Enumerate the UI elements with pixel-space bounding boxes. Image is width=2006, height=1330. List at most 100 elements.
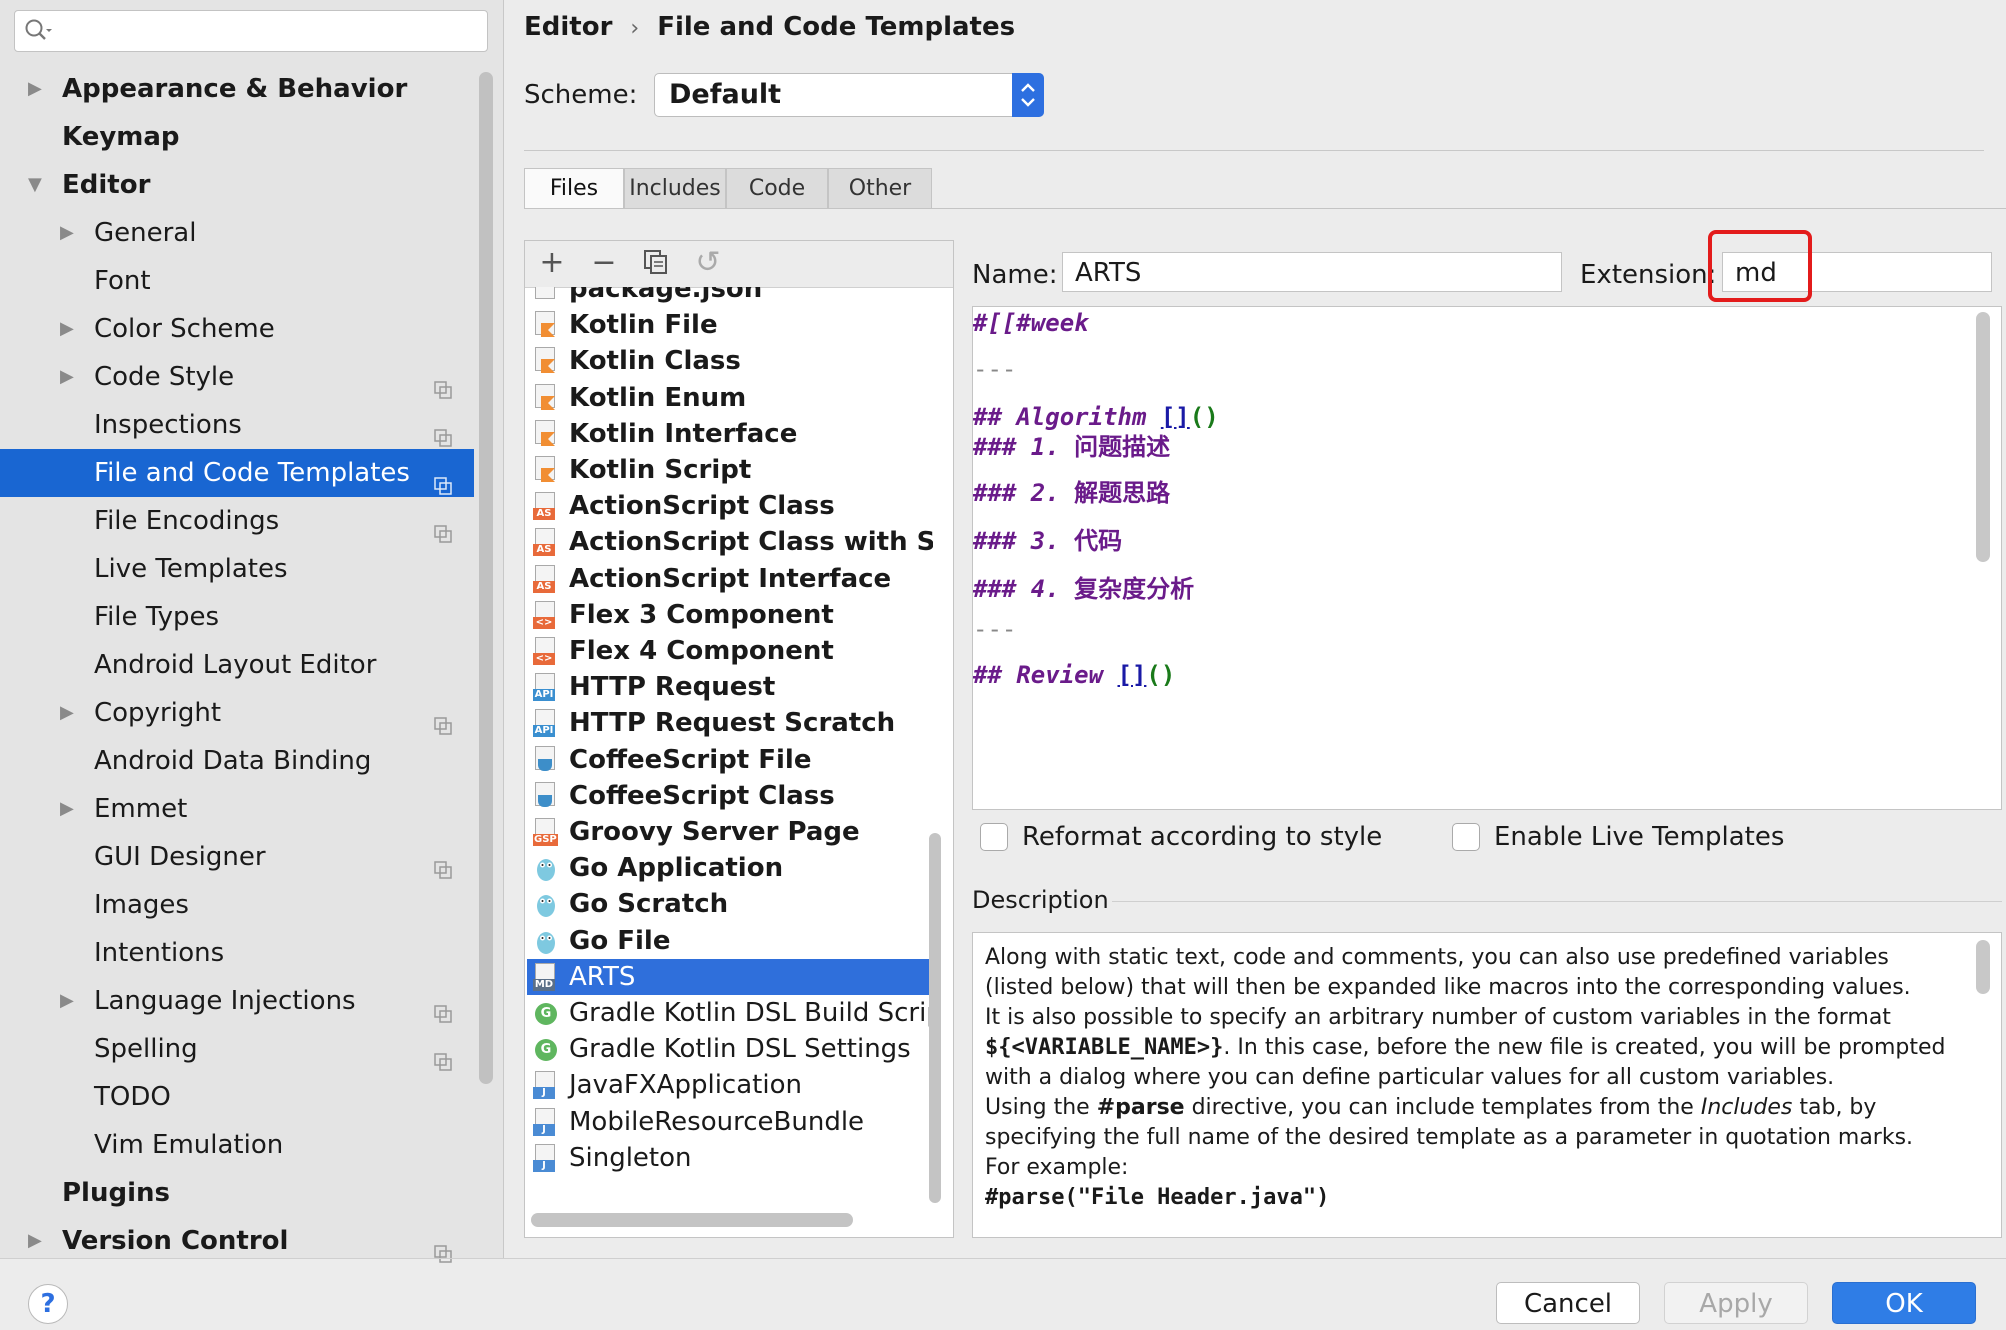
- collapsed-arrow-icon[interactable]: ▶: [60, 353, 80, 401]
- sidebar-item-spelling[interactable]: Spelling: [0, 1025, 474, 1073]
- coffeescript-file-icon: [533, 781, 557, 810]
- template-item-flex-3-component[interactable]: <> Flex 3 Component: [527, 597, 933, 633]
- template-item-package-json[interactable]: package.json: [527, 287, 933, 307]
- coffeescript-file-icon: [533, 745, 557, 774]
- settings-search-input[interactable]: [14, 10, 488, 52]
- sidebar-item-code-style[interactable]: ▶ Code Style: [0, 353, 474, 401]
- add-template-button[interactable]: +: [537, 248, 567, 279]
- template-item-http-request-scratch[interactable]: API HTTP Request Scratch: [527, 705, 933, 741]
- sidebar-item-copyright[interactable]: ▶ Copyright: [0, 689, 474, 737]
- sidebar-item-vim-emulation[interactable]: Vim Emulation: [0, 1121, 474, 1169]
- collapsed-arrow-icon[interactable]: ▶: [60, 977, 80, 1025]
- code-scrollbar[interactable]: [1976, 312, 1990, 562]
- apply-button[interactable]: Apply: [1664, 1282, 1808, 1324]
- scheme-select[interactable]: Default: [654, 73, 1044, 117]
- sidebar-item-plugins[interactable]: Plugins: [0, 1169, 474, 1217]
- description-paragraph: It is also possible to specify an arbitr…: [985, 1005, 1891, 1030]
- template-item-arts[interactable]: MD ARTS: [527, 958, 933, 995]
- template-item-flex-4-component[interactable]: <> Flex 4 Component: [527, 633, 933, 669]
- sidebar-item-file-encodings[interactable]: File Encodings: [0, 497, 474, 545]
- name-input[interactable]: ARTS: [1062, 252, 1562, 292]
- tab-other[interactable]: Other: [828, 168, 932, 209]
- template-name: Kotlin Script: [569, 455, 752, 485]
- template-code-editor[interactable]: #[[#week --- ## Algorithm []() ### 1. 问题描述 #…: [972, 306, 2002, 810]
- template-item-kotlin-class[interactable]: Kotlin Class: [527, 343, 933, 379]
- sidebar-item-todo[interactable]: TODO: [0, 1073, 474, 1121]
- template-item-gradle-kotlin-dsl-settings[interactable]: G Gradle Kotlin DSL Settings: [527, 1031, 933, 1067]
- description-text: Along with static text, code and comment…: [985, 943, 1955, 1213]
- ok-button[interactable]: OK: [1832, 1282, 1976, 1324]
- template-item-gradle-kotlin-dsl-build-scrip[interactable]: G Gradle Kotlin DSL Build Scrip: [527, 995, 933, 1031]
- kotlin-file-icon: [533, 456, 557, 484]
- list-horizontal-scrollbar[interactable]: [531, 1213, 853, 1227]
- sidebar-item-keymap[interactable]: Keymap: [0, 113, 474, 161]
- sidebar-item-images[interactable]: Images: [0, 881, 474, 929]
- template-item-go-scratch[interactable]: Go Scratch: [527, 886, 933, 922]
- template-item-kotlin-enum[interactable]: Kotlin Enum: [527, 380, 933, 416]
- template-item-singleton[interactable]: J Singleton: [527, 1140, 933, 1175]
- sidebar-item-color-scheme[interactable]: ▶ Color Scheme: [0, 305, 474, 353]
- template-item-http-request[interactable]: API HTTP Request: [527, 669, 933, 705]
- sidebar-item-inspections[interactable]: Inspections: [0, 401, 474, 449]
- collapsed-arrow-icon[interactable]: ▶: [60, 689, 80, 737]
- template-item-go-application[interactable]: Go Application: [527, 850, 933, 886]
- sidebar-item-android-layout-editor[interactable]: Android Layout Editor: [0, 641, 474, 689]
- code-heading-line: ## Review [](): [973, 661, 1175, 689]
- collapsed-arrow-icon[interactable]: ▶: [28, 65, 48, 113]
- sidebar-item-label: File Types: [94, 602, 220, 632]
- sidebar-item-language-injections[interactable]: ▶ Language Injections: [0, 977, 474, 1025]
- sidebar-item-font[interactable]: Font: [0, 257, 474, 305]
- sidebar-item-editor[interactable]: ▼ Editor: [0, 161, 474, 209]
- template-item-kotlin-interface[interactable]: Kotlin Interface: [527, 416, 933, 452]
- collapsed-arrow-icon[interactable]: ▶: [60, 785, 80, 833]
- collapsed-arrow-icon[interactable]: ▶: [60, 209, 80, 257]
- sidebar-item-android-data-binding[interactable]: Android Data Binding: [0, 737, 474, 785]
- template-item-coffeescript-class[interactable]: CoffeeScript Class: [527, 778, 933, 814]
- template-item-kotlin-script[interactable]: Kotlin Script: [527, 452, 933, 488]
- description-scrollbar[interactable]: [1976, 940, 1990, 994]
- sidebar-scrollbar[interactable]: [479, 72, 493, 1084]
- template-name: JavaFXApplication: [569, 1070, 802, 1101]
- copy-template-button[interactable]: [641, 249, 671, 279]
- collapsed-arrow-icon[interactable]: ▶: [60, 305, 80, 353]
- sidebar-item-label: Language Injections: [94, 986, 356, 1016]
- reset-template-button[interactable]: ↺: [693, 248, 723, 279]
- code-horizontal-rule: ---: [973, 355, 1016, 383]
- template-item-actionscript-class-with-sup[interactable]: AS ActionScript Class with Sup: [527, 524, 933, 560]
- expanded-arrow-icon[interactable]: ▼: [28, 161, 48, 209]
- template-item-groovy-server-page[interactable]: GSP Groovy Server Page: [527, 814, 933, 850]
- sidebar-item-emmet[interactable]: ▶ Emmet: [0, 785, 474, 833]
- sidebar-item-label: TODO: [94, 1082, 171, 1112]
- template-item-mobileresourcebundle[interactable]: J MobileResourceBundle: [527, 1104, 933, 1140]
- sidebar-item-file-and-code-templates[interactable]: File and Code Templates: [0, 449, 474, 497]
- copy-icon: [644, 250, 667, 274]
- template-item-javafxapplication[interactable]: J JavaFXApplication: [527, 1067, 933, 1103]
- template-name: Groovy Server Page: [569, 817, 860, 847]
- tab-code[interactable]: Code: [726, 168, 828, 209]
- tab-files[interactable]: Files: [524, 168, 624, 209]
- remove-template-button[interactable]: −: [589, 248, 619, 279]
- help-button[interactable]: ?: [28, 1284, 68, 1324]
- sidebar-item-gui-designer[interactable]: GUI Designer: [0, 833, 474, 881]
- template-item-kotlin-file[interactable]: Kotlin File: [527, 307, 933, 343]
- template-item-coffeescript-file[interactable]: CoffeeScript File: [527, 742, 933, 778]
- template-item-go-file[interactable]: Go File: [527, 923, 933, 959]
- sidebar-item-intentions[interactable]: Intentions: [0, 929, 474, 977]
- breadcrumb-parent[interactable]: Editor: [524, 12, 612, 42]
- live-templates-checkbox-box[interactable]: [1452, 823, 1480, 851]
- list-vertical-scrollbar[interactable]: [929, 833, 941, 1203]
- sidebar-item-general[interactable]: ▶ General: [0, 209, 474, 257]
- template-item-actionscript-interface[interactable]: AS ActionScript Interface: [527, 561, 933, 597]
- code-text: ### 3.: [973, 527, 1075, 555]
- sidebar-item-file-types[interactable]: File Types: [0, 593, 474, 641]
- template-name: Flex 4 Component: [569, 636, 834, 666]
- template-item-actionscript-class[interactable]: AS ActionScript Class: [527, 488, 933, 524]
- code-link-parens: (): [1146, 661, 1176, 689]
- sidebar-item-live-templates[interactable]: Live Templates: [0, 545, 474, 593]
- reformat-checkbox-box[interactable]: [980, 823, 1008, 851]
- cancel-button[interactable]: Cancel: [1496, 1282, 1640, 1324]
- tab-includes[interactable]: Includes: [624, 168, 726, 209]
- sidebar-item-appearance-behavior[interactable]: ▶ Appearance & Behavior: [0, 65, 474, 113]
- code-cjk-text: 复杂度分析: [1074, 575, 1195, 603]
- http-request-icon: API: [533, 709, 557, 738]
